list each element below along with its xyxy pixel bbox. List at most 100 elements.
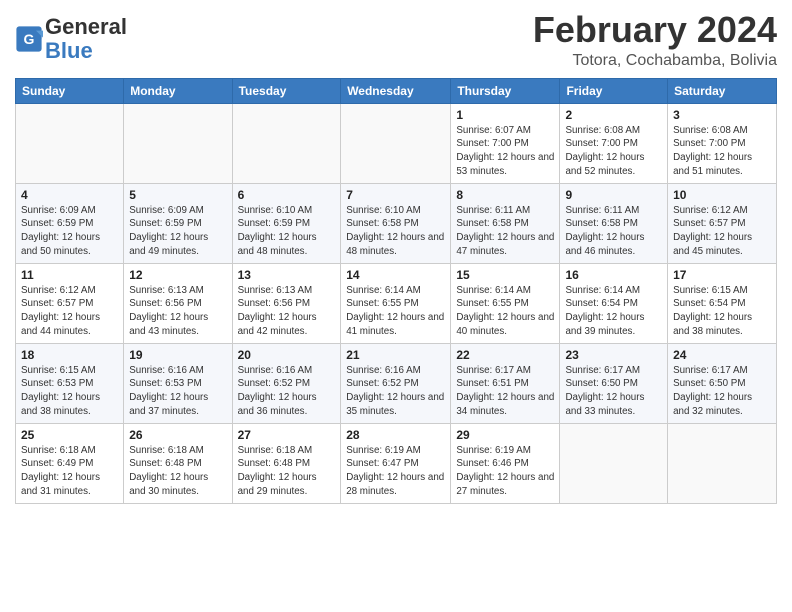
weekday-header-friday: Friday (560, 78, 668, 103)
week-row-2: 4 Sunrise: 6:09 AMSunset: 6:59 PMDaylight… (16, 183, 777, 263)
day-number: 18 (21, 348, 118, 362)
weekday-header-monday: Monday (124, 78, 232, 103)
day-number: 17 (673, 268, 771, 282)
month-year-title: February 2024 (533, 10, 777, 50)
day-info: Sunrise: 6:10 AMSunset: 6:58 PMDaylight:… (346, 204, 445, 259)
day-number: 16 (565, 268, 662, 282)
calendar-cell: 19Sunrise: 6:16 AMSunset: 6:53 PMDayligh… (124, 343, 232, 423)
logo-icon: G (15, 25, 43, 53)
day-info: Sunrise: 6:13 AMSunset: 6:56 PMDaylight:… (129, 284, 226, 339)
calendar-cell (124, 103, 232, 183)
day-info: Sunrise: 6:11 AMSunset: 6:58 PMDaylight:… (565, 204, 662, 259)
weekday-header-tuesday: Tuesday (232, 78, 341, 103)
day-number: 15 (456, 268, 554, 282)
logo-general: General (45, 14, 127, 39)
day-info: Sunrise: 6:15 AMSunset: 6:53 PMDaylight:… (21, 364, 118, 419)
day-number: 9 (565, 188, 662, 202)
day-info: Sunrise: 6:10 AMSunset: 6:59 PMDaylight:… (238, 204, 336, 259)
day-number: 8 (456, 188, 554, 202)
day-info: Sunrise: 6:12 AMSunset: 6:57 PMDaylight:… (21, 284, 118, 339)
day-number: 13 (238, 268, 336, 282)
calendar-cell: 14 Sunrise: 6:14 AMSunset: 6:55 PMDayligh… (341, 263, 451, 343)
day-number: 29 (456, 428, 554, 442)
day-info: Sunrise: 6:09 AMSunset: 6:59 PMDaylight:… (21, 204, 118, 259)
calendar-cell: 3 Sunrise: 6:08 AMSunset: 7:00 PMDaylight… (668, 103, 777, 183)
day-info: Sunrise: 6:18 AMSunset: 6:48 PMDaylight:… (129, 444, 226, 499)
calendar-cell: 13 Sunrise: 6:13 AMSunset: 6:56 PMDayligh… (232, 263, 341, 343)
day-number: 21 (346, 348, 445, 362)
day-number: 28 (346, 428, 445, 442)
day-number: 6 (238, 188, 336, 202)
calendar-cell: 28 Sunrise: 6:19 AMSunset: 6:47 PMDayligh… (341, 423, 451, 503)
day-number: 4 (21, 188, 118, 202)
day-info: Sunrise: 6:13 AMSunset: 6:56 PMDaylight:… (238, 284, 336, 339)
main-container: G General Blue February 2024 Totora, Coc… (0, 0, 792, 509)
calendar-cell (16, 103, 124, 183)
day-number: 14 (346, 268, 445, 282)
calendar-cell: 17Sunrise: 6:15 AMSunset: 6:54 PMDayligh… (668, 263, 777, 343)
calendar-cell: 6 Sunrise: 6:10 AMSunset: 6:59 PMDaylight… (232, 183, 341, 263)
week-row-5: 25Sunrise: 6:18 AMSunset: 6:49 PMDayligh… (16, 423, 777, 503)
calendar-cell: 8 Sunrise: 6:11 AMSunset: 6:58 PMDaylight… (451, 183, 560, 263)
calendar-cell: 10Sunrise: 6:12 AMSunset: 6:57 PMDayligh… (668, 183, 777, 263)
day-number: 24 (673, 348, 771, 362)
location-subtitle: Totora, Cochabamba, Bolivia (533, 52, 777, 70)
day-info: Sunrise: 6:16 AMSunset: 6:52 PMDaylight:… (346, 364, 445, 419)
calendar-cell: 29 Sunrise: 6:19 AMSunset: 6:46 PMDayligh… (451, 423, 560, 503)
calendar-cell: 5 Sunrise: 6:09 AMSunset: 6:59 PMDaylight… (124, 183, 232, 263)
week-row-1: 1 Sunrise: 6:07 AMSunset: 7:00 PMDaylight… (16, 103, 777, 183)
day-number: 25 (21, 428, 118, 442)
day-number: 12 (129, 268, 226, 282)
calendar-cell: 15 Sunrise: 6:14 AMSunset: 6:55 PMDayligh… (451, 263, 560, 343)
day-number: 1 (456, 108, 554, 122)
day-info: Sunrise: 6:07 AMSunset: 7:00 PMDaylight:… (456, 124, 554, 179)
calendar-cell: 12 Sunrise: 6:13 AMSunset: 6:56 PMDayligh… (124, 263, 232, 343)
day-info: Sunrise: 6:16 AMSunset: 6:52 PMDaylight:… (238, 364, 336, 419)
week-row-3: 11 Sunrise: 6:12 AMSunset: 6:57 PMDayligh… (16, 263, 777, 343)
calendar-cell: 20 Sunrise: 6:16 AMSunset: 6:52 PMDayligh… (232, 343, 341, 423)
calendar-cell: 2Sunrise: 6:08 AMSunset: 7:00 PMDaylight… (560, 103, 668, 183)
day-number: 11 (21, 268, 118, 282)
calendar-cell: 11 Sunrise: 6:12 AMSunset: 6:57 PMDayligh… (16, 263, 124, 343)
day-number: 3 (673, 108, 771, 122)
calendar-cell: 27 Sunrise: 6:18 AMSunset: 6:48 PMDayligh… (232, 423, 341, 503)
day-info: Sunrise: 6:09 AMSunset: 6:59 PMDaylight:… (129, 204, 226, 259)
day-info: Sunrise: 6:14 AMSunset: 6:55 PMDaylight:… (346, 284, 445, 339)
calendar-table: SundayMondayTuesdayWednesdayThursdayFrid… (15, 78, 777, 504)
day-number: 27 (238, 428, 336, 442)
calendar-cell (341, 103, 451, 183)
day-number: 26 (129, 428, 226, 442)
day-info: Sunrise: 6:19 AMSunset: 6:46 PMDaylight:… (456, 444, 554, 499)
calendar-cell: 16Sunrise: 6:14 AMSunset: 6:54 PMDayligh… (560, 263, 668, 343)
calendar-cell: 21 Sunrise: 6:16 AMSunset: 6:52 PMDayligh… (341, 343, 451, 423)
page-header: G General Blue February 2024 Totora, Coc… (15, 10, 777, 70)
day-number: 5 (129, 188, 226, 202)
calendar-cell: 18 Sunrise: 6:15 AMSunset: 6:53 PMDayligh… (16, 343, 124, 423)
day-number: 23 (565, 348, 662, 362)
logo: G General Blue (15, 15, 127, 63)
day-info: Sunrise: 6:12 AMSunset: 6:57 PMDaylight:… (673, 204, 771, 259)
week-row-4: 18 Sunrise: 6:15 AMSunset: 6:53 PMDayligh… (16, 343, 777, 423)
svg-text:G: G (24, 31, 35, 47)
day-number: 20 (238, 348, 336, 362)
weekday-header-sunday: Sunday (16, 78, 124, 103)
calendar-cell: 9 Sunrise: 6:11 AMSunset: 6:58 PMDaylight… (560, 183, 668, 263)
weekday-header-wednesday: Wednesday (341, 78, 451, 103)
weekday-header-row: SundayMondayTuesdayWednesdayThursdayFrid… (16, 78, 777, 103)
calendar-cell: 1 Sunrise: 6:07 AMSunset: 7:00 PMDaylight… (451, 103, 560, 183)
day-info: Sunrise: 6:08 AMSunset: 7:00 PMDaylight:… (673, 124, 771, 179)
day-info: Sunrise: 6:17 AMSunset: 6:50 PMDaylight:… (565, 364, 662, 419)
calendar-cell: 22Sunrise: 6:17 AMSunset: 6:51 PMDayligh… (451, 343, 560, 423)
calendar-cell: 25Sunrise: 6:18 AMSunset: 6:49 PMDayligh… (16, 423, 124, 503)
day-info: Sunrise: 6:18 AMSunset: 6:48 PMDaylight:… (238, 444, 336, 499)
day-info: Sunrise: 6:11 AMSunset: 6:58 PMDaylight:… (456, 204, 554, 259)
day-info: Sunrise: 6:19 AMSunset: 6:47 PMDaylight:… (346, 444, 445, 499)
day-info: Sunrise: 6:08 AMSunset: 7:00 PMDaylight:… (565, 124, 662, 179)
day-info: Sunrise: 6:17 AMSunset: 6:51 PMDaylight:… (456, 364, 554, 419)
calendar-cell: 7Sunrise: 6:10 AMSunset: 6:58 PMDaylight… (341, 183, 451, 263)
calendar-cell (232, 103, 341, 183)
day-info: Sunrise: 6:14 AMSunset: 6:55 PMDaylight:… (456, 284, 554, 339)
title-block: February 2024 Totora, Cochabamba, Bolivi… (533, 10, 777, 70)
weekday-header-saturday: Saturday (668, 78, 777, 103)
day-info: Sunrise: 6:16 AMSunset: 6:53 PMDaylight:… (129, 364, 226, 419)
